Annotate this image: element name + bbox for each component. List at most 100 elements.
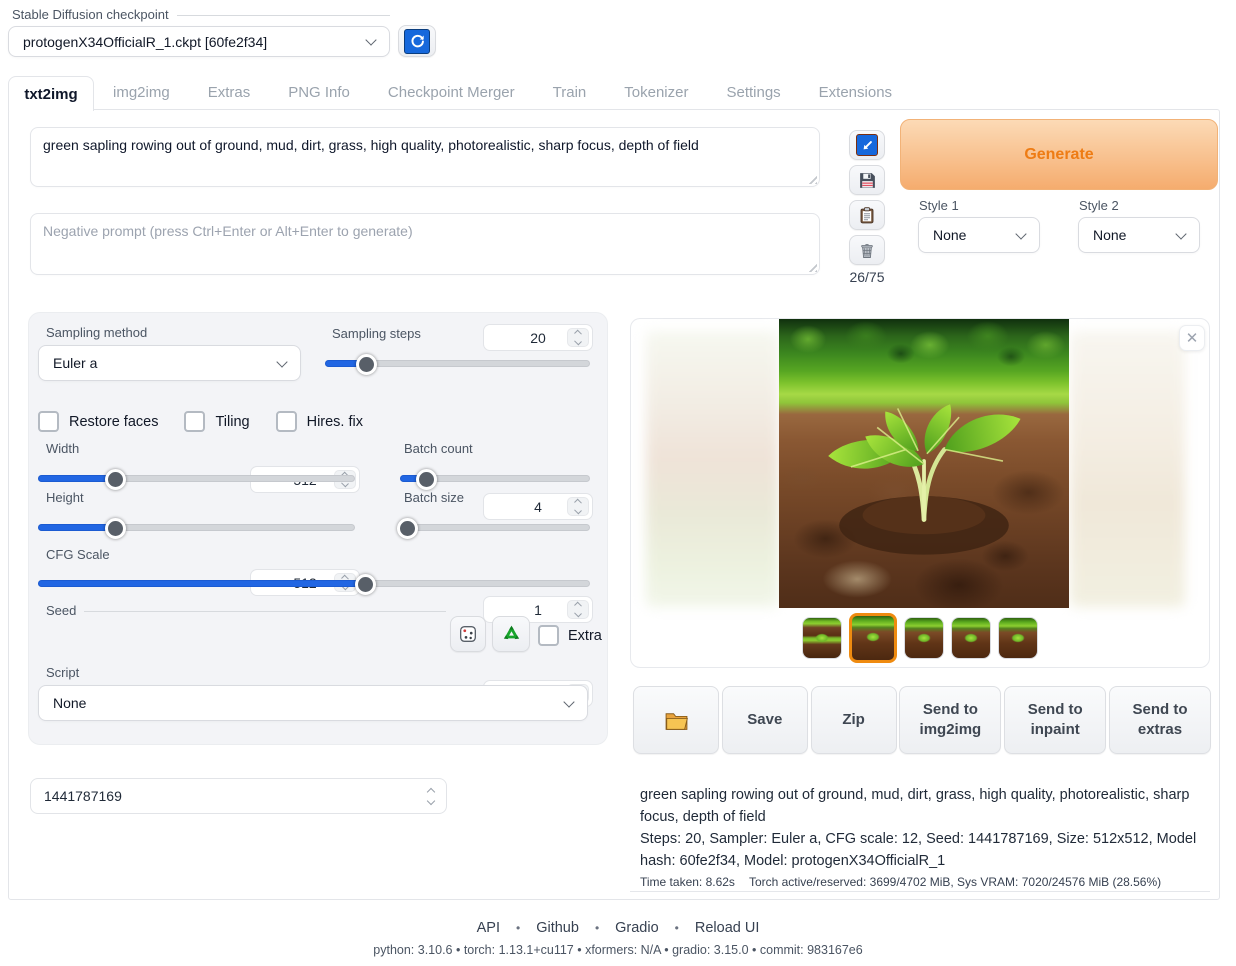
slider-track[interactable] xyxy=(400,524,590,531)
sampling-steps-slider[interactable] xyxy=(325,354,590,370)
height-slider[interactable] xyxy=(38,518,355,534)
thumbnail[interactable] xyxy=(951,617,991,659)
chevron-down-icon xyxy=(1015,228,1026,239)
restore-faces-checkbox[interactable] xyxy=(38,411,59,432)
random-seed-button[interactable] xyxy=(450,616,486,652)
output-prompt-text: green sapling rowing out of ground, mud,… xyxy=(640,785,1200,829)
width-slider[interactable] xyxy=(38,469,355,485)
footer-link-github[interactable]: Github xyxy=(536,920,579,936)
tab-tokenizer[interactable]: Tokenizer xyxy=(605,76,707,110)
close-gallery-button[interactable]: ✕ xyxy=(1179,325,1205,351)
vram-usage-text: Torch active/reserved: 3699/4702 MiB, Sy… xyxy=(749,875,1161,889)
save-button[interactable]: Save xyxy=(722,686,808,754)
sampling-method-dropdown[interactable]: Euler a xyxy=(38,345,301,381)
tab-extensions[interactable]: Extensions xyxy=(800,76,911,110)
gallery-blur-left xyxy=(646,331,779,607)
send-to-extras-button[interactable]: Send to extras xyxy=(1109,686,1211,754)
batch-count-slider[interactable] xyxy=(400,469,590,485)
clear-prompt-button[interactable] xyxy=(849,235,885,265)
slider-handle[interactable] xyxy=(356,354,377,375)
tab-settings[interactable]: Settings xyxy=(707,76,799,110)
thumbnail-grid[interactable] xyxy=(802,617,842,659)
slider-handle[interactable] xyxy=(355,574,376,595)
paste-generation-params-button[interactable] xyxy=(849,130,885,160)
height-label: Height xyxy=(46,490,84,505)
tab-img2img[interactable]: img2img xyxy=(94,76,189,110)
reuse-seed-button[interactable] xyxy=(492,616,530,652)
slider-handle[interactable] xyxy=(397,518,418,539)
slider-handle[interactable] xyxy=(105,469,126,490)
batch-size-slider[interactable] xyxy=(400,518,590,534)
tiling-checkbox[interactable] xyxy=(184,411,205,432)
stepper-arrows-icon[interactable] xyxy=(421,784,441,808)
hires-fix-option[interactable]: Hires. fix xyxy=(276,411,363,432)
slider-handle[interactable] xyxy=(105,518,126,539)
save-style-button[interactable] xyxy=(849,165,885,195)
checkpoint-label: Stable Diffusion checkpoint xyxy=(12,7,390,22)
tab-png-info[interactable]: PNG Info xyxy=(269,76,369,110)
output-params-text: Steps: 20, Sampler: Euler a, CFG scale: … xyxy=(640,829,1200,873)
style1-label: Style 1 xyxy=(919,198,959,213)
footer-link-api[interactable]: API xyxy=(477,920,500,936)
recycle-icon xyxy=(501,624,522,645)
batch-count-label: Batch count xyxy=(404,441,473,456)
clipboard-icon xyxy=(858,206,876,225)
checkpoint-dropdown[interactable]: protogenX34OfficialR_1.ckpt [60fe2f34] xyxy=(8,26,390,57)
floppy-disk-icon xyxy=(858,171,877,190)
chevron-down-icon xyxy=(1175,228,1186,239)
chevron-down-icon xyxy=(365,34,376,45)
time-taken-text: Time taken: 8.62s xyxy=(640,875,735,889)
send-to-inpaint-button[interactable]: Send to inpaint xyxy=(1004,686,1106,754)
refresh-checkpoints-button[interactable] xyxy=(398,25,436,57)
tab-extras[interactable]: Extras xyxy=(189,76,270,110)
thumbnail[interactable] xyxy=(904,617,944,659)
apply-style-button[interactable] xyxy=(849,200,885,230)
footer-link-reload-ui[interactable]: Reload UI xyxy=(695,920,759,936)
options-checkbox-row: Restore faces Tiling Hires. fix xyxy=(38,411,363,432)
sapling-illustration xyxy=(807,347,1041,581)
tab-train[interactable]: Train xyxy=(534,76,606,110)
hires-fix-checkbox[interactable] xyxy=(276,411,297,432)
restore-faces-option[interactable]: Restore faces xyxy=(38,411,158,432)
seed-input[interactable]: 1441787169 xyxy=(30,778,447,814)
stepper-arrows-icon[interactable] xyxy=(567,328,589,347)
token-counter: 26/75 xyxy=(845,269,889,285)
zip-button[interactable]: Zip xyxy=(811,686,897,754)
style1-dropdown[interactable]: None xyxy=(918,217,1040,253)
slider-fill xyxy=(38,580,366,587)
style2-dropdown[interactable]: None xyxy=(1078,217,1200,253)
arrow-down-left-icon xyxy=(856,134,878,156)
footer-links: API • Github • Gradio • Reload UI xyxy=(0,920,1236,936)
footer-link-gradio[interactable]: Gradio xyxy=(615,920,659,936)
script-label: Script xyxy=(46,665,79,680)
thumbnail-selected[interactable] xyxy=(849,613,897,663)
cfg-scale-slider[interactable] xyxy=(38,574,590,590)
tiling-option[interactable]: Tiling xyxy=(184,411,249,432)
generate-button[interactable]: Generate xyxy=(900,119,1218,190)
batch-size-label: Batch size xyxy=(404,490,464,505)
extra-seed-option[interactable]: Extra xyxy=(538,625,602,646)
stepper-arrows-icon[interactable] xyxy=(567,600,589,619)
generated-image[interactable] xyxy=(779,319,1069,608)
thumbnail[interactable] xyxy=(998,617,1038,659)
chevron-down-icon xyxy=(563,696,574,707)
sampling-method-label: Sampling method xyxy=(46,325,147,340)
negative-prompt-input[interactable] xyxy=(30,213,820,275)
close-icon: ✕ xyxy=(1186,329,1199,347)
dice-icon xyxy=(458,624,478,644)
stepper-arrows-icon[interactable] xyxy=(567,497,589,516)
sampling-steps-label: Sampling steps xyxy=(332,326,421,341)
prompt-field: green sapling rowing out of ground, mud,… xyxy=(30,127,820,187)
slider-handle[interactable] xyxy=(416,469,437,490)
script-dropdown[interactable]: None xyxy=(38,685,588,721)
sampling-steps-input[interactable]: 20 xyxy=(483,324,593,351)
send-to-img2img-button[interactable]: Send to img2img xyxy=(899,686,1001,754)
open-folder-button[interactable] xyxy=(633,686,719,754)
tab-txt2img[interactable]: txt2img xyxy=(8,76,94,111)
tab-checkpoint-merger[interactable]: Checkpoint Merger xyxy=(369,76,534,110)
prompt-input[interactable]: green sapling rowing out of ground, mud,… xyxy=(30,127,820,187)
extra-checkbox[interactable] xyxy=(538,625,559,646)
width-label: Width xyxy=(46,441,79,456)
batch-count-input[interactable]: 4 xyxy=(483,493,593,520)
refresh-icon xyxy=(404,29,430,54)
